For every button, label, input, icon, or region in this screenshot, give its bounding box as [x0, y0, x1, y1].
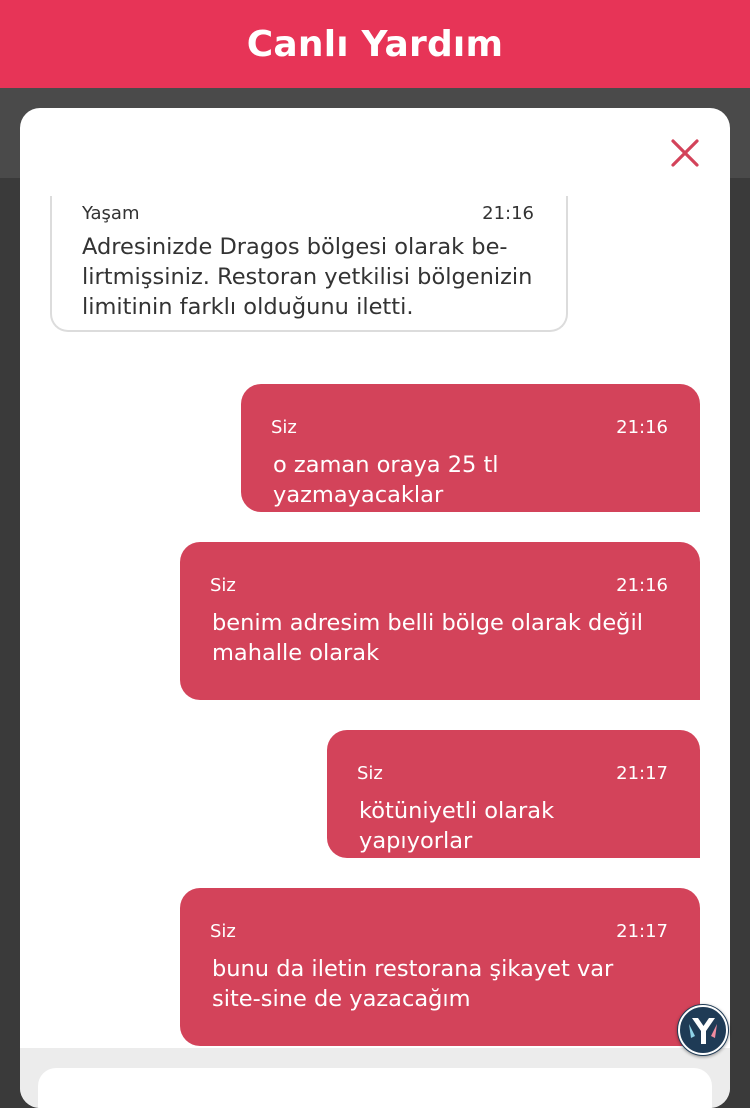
chat-footer: [20, 1048, 730, 1108]
message-meta: Siz 21:17: [210, 916, 668, 946]
message-time: 21:16: [482, 202, 534, 224]
message-sender: Siz: [210, 920, 236, 942]
assistant-button[interactable]: [677, 1004, 729, 1056]
message-text: Adresinizde Dragos bölgesi olarak be-lir…: [82, 234, 533, 320]
assistant-logo-icon: [678, 1005, 728, 1055]
message-text: o zaman oraya 25 tl yazmayacaklar: [273, 452, 499, 508]
message-sender: Siz: [210, 574, 236, 596]
message-time: 21:17: [616, 762, 668, 784]
chat-modal: Yaşam 21:16 Adresinizde Dragos bölgesi o…: [20, 108, 730, 1108]
message-time: 21:16: [616, 574, 668, 596]
message-sender: Yaşam: [82, 202, 140, 224]
message-input[interactable]: [38, 1068, 712, 1108]
message-text: benim adresim belli bölge olarak değil m…: [212, 610, 643, 666]
message-meta: Yaşam 21:16: [82, 198, 534, 228]
chat-messages[interactable]: Yaşam 21:16 Adresinizde Dragos bölgesi o…: [20, 196, 730, 1048]
message-time: 21:17: [616, 920, 668, 942]
close-icon: [671, 139, 699, 167]
message-text: kötüniyetli olarak yapıyorlar: [359, 798, 555, 854]
outgoing-message: Siz 21:17 kötüniyetli olarak yapıyorlar: [327, 730, 700, 858]
outgoing-message: Siz 21:16 benim adresim belli bölge olar…: [180, 542, 700, 700]
message-sender: Siz: [357, 762, 383, 784]
message-time: 21:16: [616, 416, 668, 438]
outgoing-message: Siz 21:17 bunu da iletin restorana şikay…: [180, 888, 700, 1046]
message-meta: Siz 21:16: [271, 412, 668, 442]
message-meta: Siz 21:17: [357, 758, 668, 788]
incoming-message: Yaşam 21:16 Adresinizde Dragos bölgesi o…: [50, 196, 568, 332]
message-text: bunu da iletin restorana şikayet var sit…: [212, 956, 614, 1012]
page-title: Canlı Yardım: [246, 23, 504, 65]
outgoing-message: Siz 21:16 o zaman oraya 25 tl yazmayacak…: [241, 384, 700, 512]
message-sender: Siz: [271, 416, 297, 438]
top-bar: Canlı Yardım: [0, 0, 750, 88]
close-button[interactable]: [666, 134, 704, 172]
message-meta: Siz 21:16: [210, 570, 668, 600]
